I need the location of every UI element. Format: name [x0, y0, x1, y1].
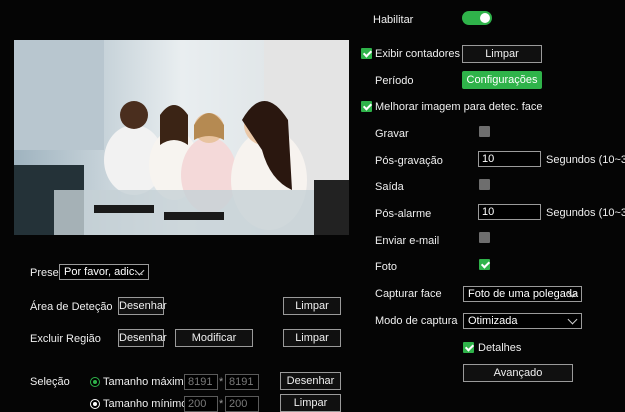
- preset-select[interactable]: Por favor, adic...: [59, 264, 149, 280]
- max-width-input[interactable]: 8191: [184, 374, 218, 390]
- photo-label: Foto: [375, 261, 398, 273]
- show-counters-checkbox[interactable]: [361, 48, 372, 59]
- enable-label: Habilitar: [373, 14, 414, 26]
- exclude-modify-button[interactable]: Modificar: [175, 329, 253, 347]
- email-checkbox[interactable]: [479, 232, 490, 243]
- email-label: Enviar e-mail: [375, 235, 440, 247]
- enhance-checkbox[interactable]: [361, 101, 372, 112]
- post-record-label: Pós-gravação: [375, 155, 443, 167]
- output-label: Saída: [375, 181, 404, 193]
- post-record-input[interactable]: 10: [478, 151, 541, 167]
- min-separator: *: [219, 398, 224, 410]
- capture-face-select[interactable]: Foto de uma polegada: [463, 286, 582, 302]
- exclude-draw-button[interactable]: Desenhar: [118, 329, 167, 347]
- exclude-clear-button[interactable]: Limpar: [283, 329, 341, 347]
- record-checkbox[interactable]: [479, 126, 490, 137]
- chevron-down-icon: [567, 314, 578, 325]
- max-size-label: Tamanho máximo: [103, 376, 190, 388]
- post-alarm-unit: Segundos (10~300): [546, 207, 625, 219]
- capture-face-value: Foto de uma polegada: [468, 288, 579, 300]
- output-checkbox[interactable]: [479, 179, 490, 190]
- show-counters-label: Exibir contadores: [375, 48, 460, 60]
- details-label: Detalhes: [478, 342, 522, 354]
- advanced-button[interactable]: Avançado: [463, 364, 573, 382]
- enable-toggle[interactable]: [462, 11, 492, 25]
- selection-label: Seleção: [30, 376, 70, 388]
- min-height-input[interactable]: 200: [225, 396, 259, 412]
- toggle-knob: [480, 13, 490, 23]
- detection-clear-button[interactable]: Limpar: [283, 297, 341, 315]
- exclude-region-label: Excluir Região: [30, 333, 101, 345]
- preset-label: Preset: [30, 267, 62, 279]
- detection-area-label: Área de Deteção: [30, 301, 113, 313]
- details-checkbox[interactable]: [463, 342, 474, 353]
- call-center-image: [14, 40, 349, 235]
- record-label: Gravar: [375, 128, 409, 140]
- settings-button[interactable]: Configurações: [462, 71, 542, 89]
- selection-clear-button[interactable]: Limpar: [280, 394, 341, 412]
- detection-draw-button[interactable]: Desenhar: [118, 297, 167, 315]
- min-width-input[interactable]: 200: [184, 396, 218, 412]
- max-height-input[interactable]: 8191: [225, 374, 259, 390]
- photo-checkbox[interactable]: [479, 259, 490, 270]
- min-size-radio[interactable]: [90, 399, 100, 409]
- post-alarm-input[interactable]: 10: [478, 204, 541, 220]
- capture-face-label: Capturar face: [375, 288, 442, 300]
- post-alarm-label: Pós-alarme: [375, 208, 432, 220]
- post-record-unit: Segundos (10~300): [546, 154, 625, 166]
- enhance-label: Melhorar imagem para detec. face: [375, 101, 543, 113]
- capture-mode-value: Otimizada: [468, 315, 518, 327]
- max-size-radio[interactable]: [90, 377, 100, 387]
- preset-value: Por favor, adic...: [64, 266, 144, 278]
- capture-mode-select[interactable]: Otimizada: [463, 313, 582, 329]
- min-size-label: Tamanho mínimo: [103, 398, 188, 410]
- capture-mode-label: Modo de captura: [375, 315, 458, 327]
- period-label: Período: [375, 75, 414, 87]
- max-separator: *: [219, 376, 224, 388]
- counters-clear-button[interactable]: Limpar: [462, 45, 542, 63]
- video-preview[interactable]: [14, 40, 349, 235]
- selection-draw-button[interactable]: Desenhar: [280, 372, 341, 390]
